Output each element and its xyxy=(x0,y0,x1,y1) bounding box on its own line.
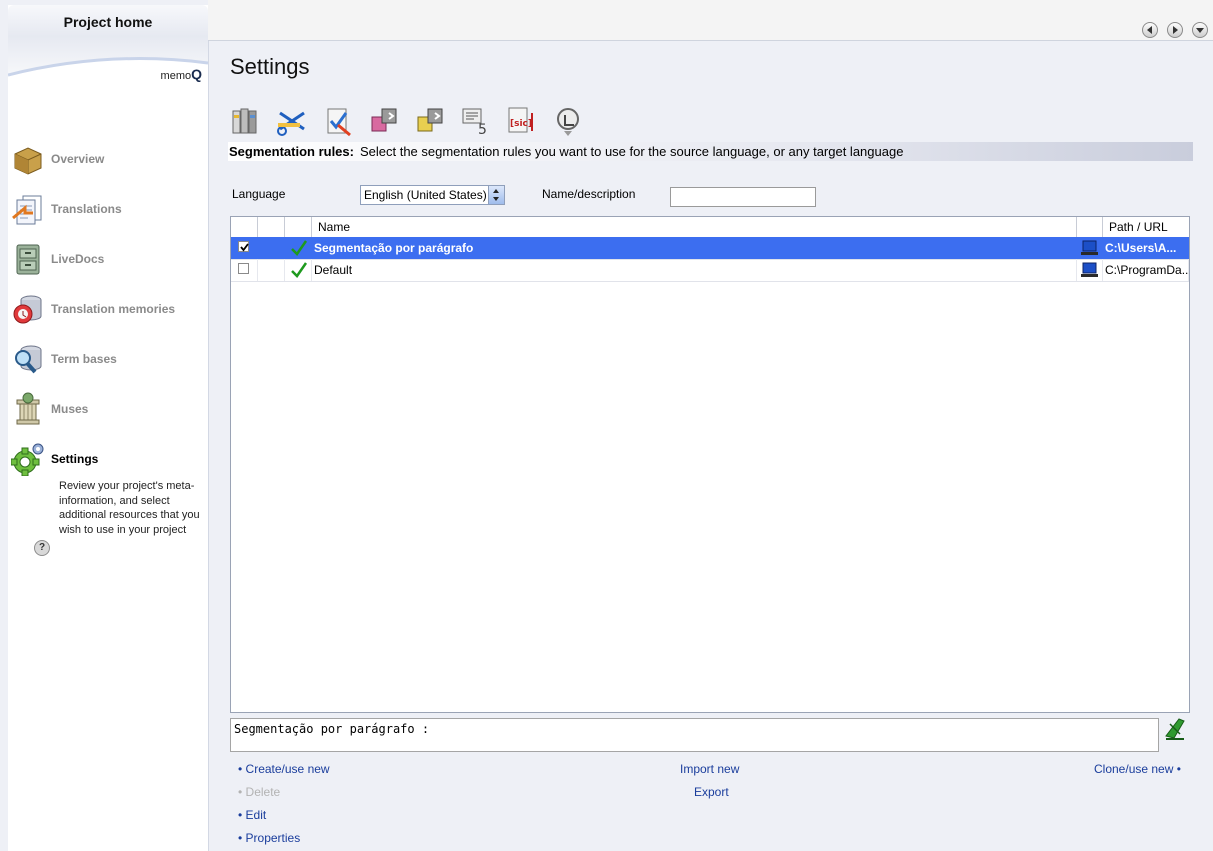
table-header: Name Path / URL xyxy=(231,217,1189,238)
col-header-valid[interactable] xyxy=(285,217,312,237)
segmentation-scissors-icon[interactable] xyxy=(276,105,308,137)
create-use-new-link[interactable]: • Create/use new xyxy=(238,762,330,776)
col-header-location[interactable] xyxy=(1077,217,1103,237)
livedocs-cabinet-icon xyxy=(16,244,40,275)
name-description-label: Name/description xyxy=(542,187,636,201)
auto-translation-rules-icon[interactable]: [sic] xyxy=(506,105,538,137)
col-header-checkbox[interactable] xyxy=(231,217,258,237)
top-band xyxy=(208,0,1213,41)
section-description: Select the segmentation rules you want t… xyxy=(359,144,904,159)
delete-link[interactable]: • Delete xyxy=(238,785,280,799)
section-header-bar: Segmentation rules: Select the segmentati… xyxy=(228,142,1193,161)
row-checkbox-cell xyxy=(231,259,258,281)
row-name: Default xyxy=(312,259,1077,281)
sidebar-item-label: Muses xyxy=(51,402,89,416)
col-header-name[interactable]: Name xyxy=(312,217,1077,237)
table-row[interactable]: Segmentação por parágrafo C:\Users\A... xyxy=(231,237,1189,260)
section-title: Segmentation rules: xyxy=(229,144,354,159)
row-status-cell xyxy=(258,259,285,281)
table-row[interactable]: Default C:\ProgramDa... xyxy=(231,259,1189,282)
page-title: Settings xyxy=(230,54,310,79)
term-base-magnifier-icon xyxy=(15,345,42,374)
import-new-link[interactable]: Import new xyxy=(680,762,739,776)
import-puzzle-icon[interactable] xyxy=(414,105,446,137)
ignore-list-icon[interactable]: 5 xyxy=(460,105,492,137)
non-translatables-icon[interactable] xyxy=(552,105,584,137)
sidebar-item-settings[interactable]: Settings xyxy=(8,440,208,484)
local-computer-icon xyxy=(1081,262,1098,277)
language-label: Language xyxy=(232,187,286,201)
row-checkbox[interactable] xyxy=(238,241,249,252)
row-location-cell xyxy=(1077,259,1103,281)
edit-pencil-icon[interactable] xyxy=(1164,718,1186,740)
row-path: C:\Users\A... xyxy=(1105,241,1177,255)
resource-books-icon[interactable] xyxy=(230,105,262,137)
row-valid-cell xyxy=(285,237,312,259)
properties-link[interactable]: • Properties xyxy=(238,831,300,845)
qa-checklist-icon[interactable] xyxy=(322,105,354,137)
sidebar-item-muses[interactable]: Muses xyxy=(8,390,208,434)
sidebar-item-label: Translation memories xyxy=(51,302,176,316)
col-header-path[interactable]: Path / URL xyxy=(1103,217,1189,237)
clone-use-new-link[interactable]: Clone/use new • xyxy=(1094,762,1181,776)
sidebar-item-translation-memories[interactable]: Translation memories xyxy=(8,290,208,334)
language-spinner-icon[interactable] xyxy=(488,186,504,204)
translation-memory-database-icon xyxy=(13,295,42,324)
row-status-cell xyxy=(258,237,285,259)
settings-gear-icon xyxy=(11,443,44,476)
settings-description: Review your project's meta-information, … xyxy=(59,480,200,536)
segmentation-rules-table: Name Path / URL Segmentação por parágraf… xyxy=(230,216,1190,713)
row-path: C:\ProgramDa... xyxy=(1103,259,1189,281)
filter-config-puzzle-icon[interactable] xyxy=(368,105,400,137)
row-name: Segmentação por parágrafo xyxy=(314,241,474,255)
sidebar-item-label: Settings xyxy=(51,452,99,466)
forward-arrow-icon[interactable] xyxy=(1167,22,1183,38)
local-computer-icon xyxy=(1081,240,1098,255)
row-location-cell xyxy=(1077,237,1103,259)
help-icon[interactable]: ? xyxy=(34,540,50,556)
sidebar-header: Project home memoQ xyxy=(8,5,208,95)
row-checkbox[interactable] xyxy=(238,263,249,274)
sidebar: Project home memoQ Overview Translations xyxy=(8,5,209,851)
row-checkbox-cell xyxy=(231,237,258,259)
sidebar-item-label: Overview xyxy=(51,152,105,166)
translations-documents-icon xyxy=(12,195,42,225)
language-select[interactable]: English (United States) xyxy=(360,185,505,205)
row-valid-cell xyxy=(285,259,312,281)
name-description-input[interactable] xyxy=(670,187,816,207)
sidebar-item-livedocs[interactable]: LiveDocs xyxy=(8,240,208,284)
sidebar-item-label: Translations xyxy=(51,202,122,216)
project-home-title[interactable]: Project home xyxy=(8,14,208,30)
green-check-icon xyxy=(291,262,308,278)
language-select-value: English (United States) xyxy=(364,188,487,202)
sidebar-item-translations[interactable]: Translations xyxy=(8,190,208,234)
memoq-logo: memoQ xyxy=(160,66,202,82)
svg-text:5: 5 xyxy=(478,122,487,137)
green-check-icon xyxy=(291,240,308,256)
sidebar-item-term-bases[interactable]: Term bases xyxy=(8,340,208,384)
export-link[interactable]: Export xyxy=(694,785,729,799)
svg-text:[sic]: [sic] xyxy=(510,119,532,129)
resource-description-box[interactable]: Segmentação por parágrafo : xyxy=(230,718,1159,752)
overview-box-icon xyxy=(14,147,42,175)
back-arrow-icon[interactable] xyxy=(1142,22,1158,38)
sidebar-item-label: LiveDocs xyxy=(51,252,105,266)
edit-link[interactable]: • Edit xyxy=(238,808,266,822)
col-header-status[interactable] xyxy=(258,217,285,237)
sidebar-item-overview[interactable]: Overview xyxy=(8,140,208,184)
muses-column-icon xyxy=(16,392,40,425)
sidebar-item-label: Term bases xyxy=(51,352,117,366)
dropdown-arrow-icon[interactable] xyxy=(1192,22,1208,38)
